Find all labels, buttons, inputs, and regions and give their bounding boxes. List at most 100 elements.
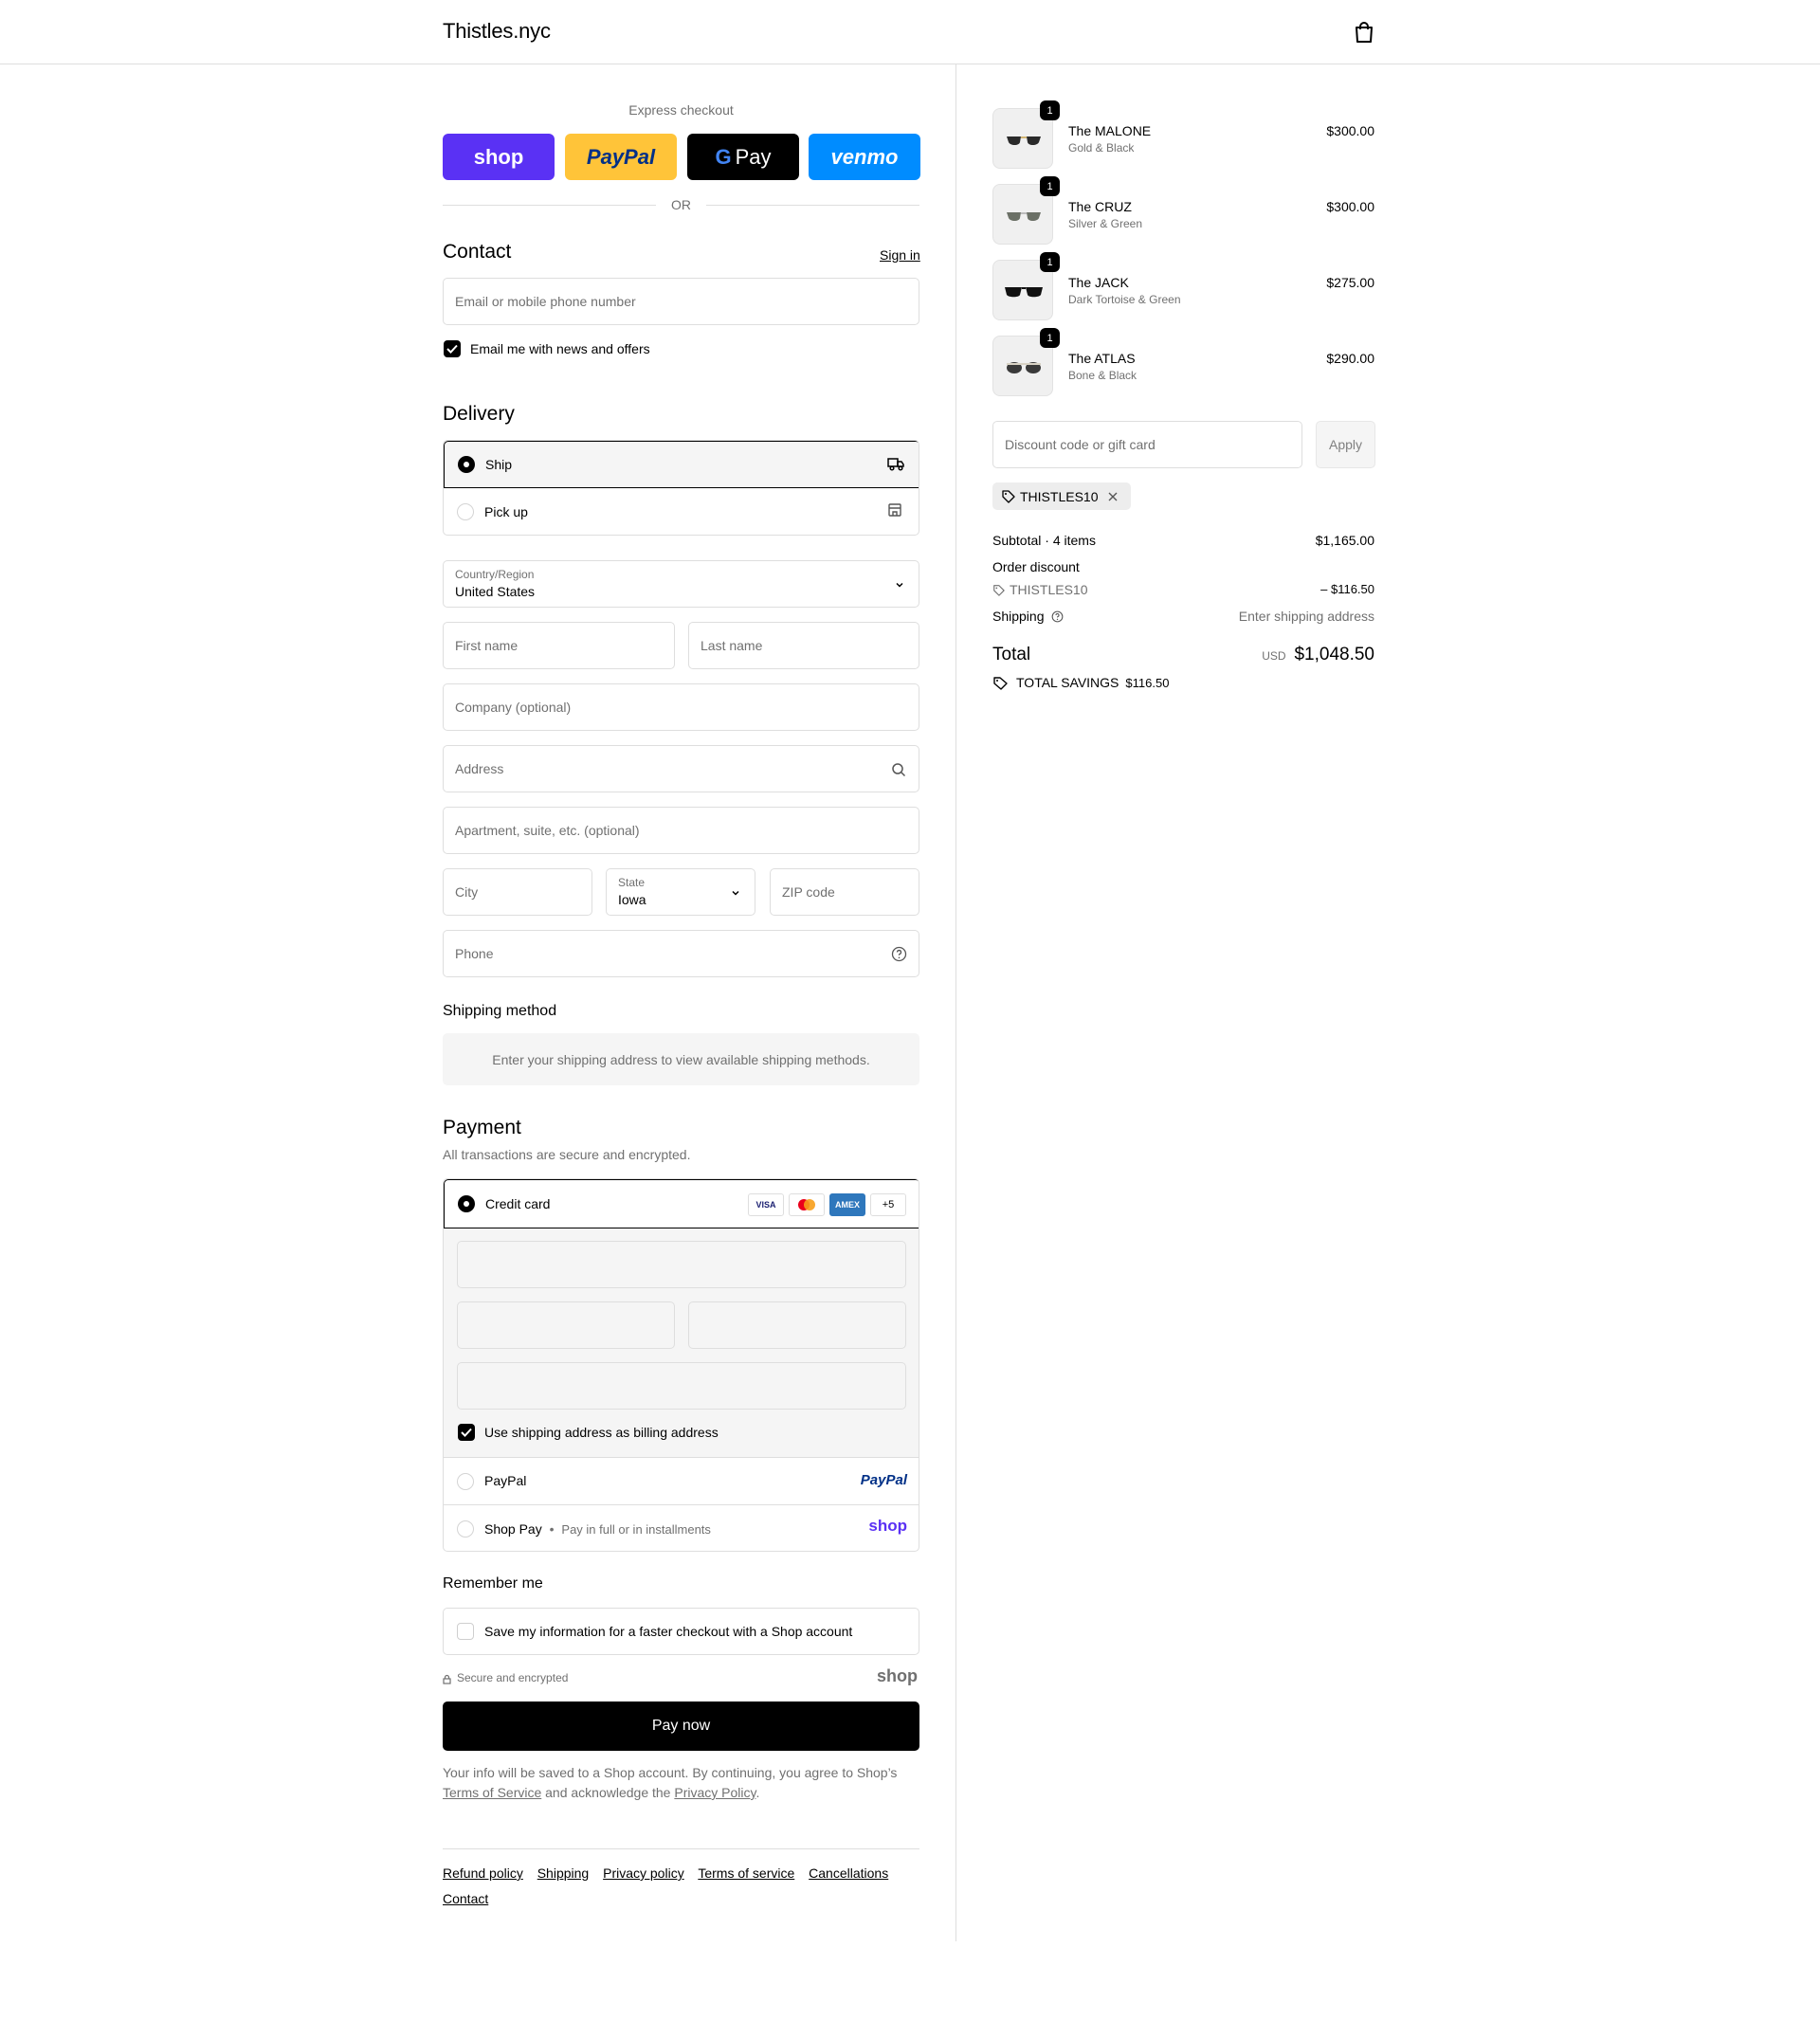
discount-code-field[interactable]: Discount code or gift card xyxy=(992,421,1302,468)
sign-in-link[interactable]: Sign in xyxy=(880,247,920,263)
email-field[interactable]: Email or mobile phone number xyxy=(443,278,919,325)
credit-card-radio[interactable] xyxy=(458,1195,475,1212)
shipping-method-notice: Enter your shipping address to view avai… xyxy=(443,1033,919,1085)
quantity-badge: 1 xyxy=(1040,100,1060,120)
line-item: 1 The JACK Dark Tortoise & Green $275.00 xyxy=(992,252,1374,322)
credit-card-option[interactable]: Credit card VISA AMEX +5 xyxy=(444,1179,919,1228)
product-name: The JACK xyxy=(1068,275,1129,290)
product-price: $290.00 xyxy=(1326,351,1374,366)
ship-radio[interactable] xyxy=(458,456,475,473)
venmo-express-button[interactable]: venmo xyxy=(809,134,920,180)
product-price: $275.00 xyxy=(1326,275,1374,290)
pickup-radio[interactable] xyxy=(457,503,474,520)
shop-logo: shop xyxy=(868,1517,907,1535)
billing-label: Use shipping address as billing address xyxy=(484,1425,719,1440)
store-logo[interactable]: Thistles.nyc xyxy=(443,19,551,44)
billing-checkbox[interactable] xyxy=(458,1424,475,1441)
pickup-option[interactable]: Pick up xyxy=(444,488,919,535)
ship-option[interactable]: Ship xyxy=(444,441,919,488)
discount-code-line: THISTLES10 xyxy=(992,582,1087,597)
shipping-label: Shipping xyxy=(992,609,1045,624)
product-name: The MALONE xyxy=(1068,123,1152,138)
chevron-down-icon xyxy=(730,886,741,898)
refund-policy-link[interactable]: Refund policy xyxy=(443,1865,523,1881)
help-circle-icon[interactable] xyxy=(1051,610,1064,626)
google-g-icon: G xyxy=(715,144,732,169)
city-field[interactable]: City xyxy=(443,868,592,916)
product-price: $300.00 xyxy=(1326,123,1374,138)
mastercard-icon xyxy=(789,1193,825,1216)
paypal-radio[interactable] xyxy=(457,1473,474,1490)
product-name: The CRUZ xyxy=(1068,199,1132,214)
payment-options: Credit card VISA AMEX +5 Use shipping ad… xyxy=(443,1178,919,1552)
address-field[interactable]: Address xyxy=(443,745,919,792)
last-name-field[interactable]: Last name xyxy=(688,622,919,669)
phone-field[interactable]: Phone xyxy=(443,930,919,977)
shop-pay-option[interactable]: Shop Pay • Pay in full or in installment… xyxy=(444,1505,919,1551)
tag-icon xyxy=(1001,489,1015,503)
express-checkout-label: Express checkout xyxy=(628,102,734,118)
privacy-policy-link[interactable]: Privacy policy xyxy=(603,1865,684,1881)
state-select[interactable]: State Iowa xyxy=(606,868,755,916)
quantity-badge: 1 xyxy=(1040,176,1060,196)
product-variant: Gold & Black xyxy=(1068,141,1135,155)
subtotal-row: Subtotal · 4 items $1,165.00 xyxy=(992,533,1374,548)
discount-code-row: THISTLES10 – $116.50 xyxy=(992,582,1374,599)
store-icon xyxy=(887,502,902,522)
legal-text: Your info will be saved to a Shop accoun… xyxy=(443,1763,919,1803)
save-info-checkbox[interactable] xyxy=(457,1623,474,1640)
shop-pay-radio[interactable] xyxy=(457,1520,474,1538)
google-pay-express-button[interactable]: G Pay xyxy=(687,134,799,180)
apply-button[interactable]: Apply xyxy=(1316,421,1375,468)
delivery-options: Ship Pick up xyxy=(443,440,919,536)
or-divider: OR xyxy=(443,195,919,214)
privacy-policy-link[interactable]: Privacy Policy xyxy=(674,1785,755,1800)
savings-label: TOTAL SAVINGS xyxy=(1016,675,1119,690)
terms-of-service-link[interactable]: Terms of Service xyxy=(443,1785,541,1800)
company-field[interactable]: Company (optional) xyxy=(443,683,919,731)
shop-pay-subtitle: Pay in full or in installments xyxy=(561,1522,711,1537)
news-checkbox[interactable] xyxy=(444,340,461,357)
payment-heading: Payment xyxy=(443,1117,521,1138)
discount-value: – $116.50 xyxy=(1320,582,1374,596)
savings-tag-icon xyxy=(992,676,1009,690)
zip-field[interactable]: ZIP code xyxy=(770,868,919,916)
total-row: Total USD $1,048.50 xyxy=(992,645,1374,669)
cardholder-name-field[interactable] xyxy=(457,1362,906,1410)
total-amount: USD $1,048.50 xyxy=(1262,645,1374,665)
total-savings-row: TOTAL SAVINGS $116.50 xyxy=(992,675,1374,690)
first-name-field[interactable]: First name xyxy=(443,622,675,669)
remember-me-option[interactable]: Save my information for a faster checkou… xyxy=(443,1608,919,1655)
paypal-option[interactable]: PayPal PayPal xyxy=(444,1458,919,1505)
country-select[interactable]: Country/Region United States xyxy=(443,560,919,608)
line-item: 1 The CRUZ Silver & Green $300.00 xyxy=(992,176,1374,246)
paypal-logo: PayPal xyxy=(586,144,656,169)
state-label: State xyxy=(618,876,646,889)
shop-logo: shop xyxy=(473,144,524,169)
total-value: $1,048.50 xyxy=(1294,645,1374,664)
phone-placeholder: Phone xyxy=(455,946,494,961)
paypal-express-button[interactable]: PayPal xyxy=(565,134,677,180)
cancellations-link[interactable]: Cancellations xyxy=(809,1865,888,1881)
card-number-field[interactable] xyxy=(457,1241,906,1288)
savings-value: $116.50 xyxy=(1125,675,1170,690)
expiry-field[interactable] xyxy=(457,1301,675,1349)
shop-pay-label: Shop Pay • Pay in full or in installment… xyxy=(484,1521,711,1537)
credit-card-form: Use shipping address as billing address xyxy=(444,1228,919,1458)
subtotal-label: Subtotal · 4 items xyxy=(992,533,1096,548)
pay-now-label: Pay now xyxy=(651,1718,711,1734)
contact-link[interactable]: Contact xyxy=(443,1891,488,1906)
security-code-field[interactable] xyxy=(688,1301,906,1349)
apartment-field[interactable]: Apartment, suite, etc. (optional) xyxy=(443,807,919,854)
more-cards-badge: +5 xyxy=(870,1193,906,1216)
remove-icon[interactable] xyxy=(1107,491,1119,502)
shipping-method-heading: Shipping method xyxy=(443,1003,557,1019)
shipping-link[interactable]: Shipping xyxy=(537,1865,590,1881)
terms-of-service-link[interactable]: Terms of service xyxy=(698,1865,794,1881)
help-circle-icon[interactable] xyxy=(891,946,907,965)
shop-pay-express-button[interactable]: shop xyxy=(443,134,555,180)
shopping-bag-icon[interactable] xyxy=(1354,21,1374,44)
pay-now-button[interactable]: Pay now xyxy=(443,1702,919,1751)
shipping-row: Shipping Enter shipping address xyxy=(992,609,1374,626)
applied-code: THISTLES10 xyxy=(1020,488,1099,504)
